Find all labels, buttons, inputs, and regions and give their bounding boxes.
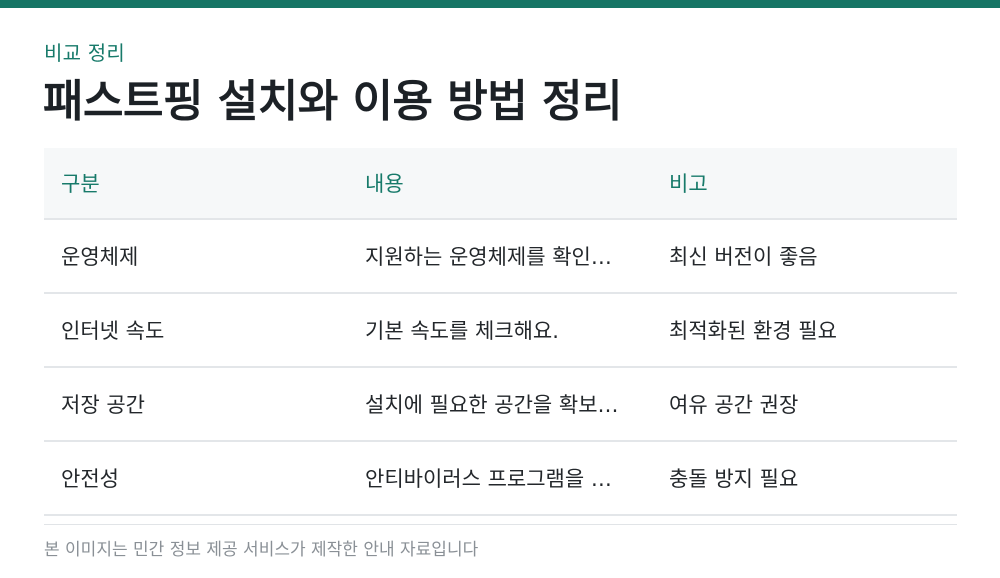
cell-content: 설치에 필요한 공간을 확보… bbox=[365, 393, 619, 417]
table-row: 인터넷 속도 기본 속도를 체크해요. 최적화된 환경 필요 bbox=[44, 293, 957, 367]
table-row: 운영체제 지원하는 운영체제를 확인… 최신 버전이 좋음 bbox=[44, 219, 957, 293]
cell-category: 인터넷 속도 bbox=[61, 319, 165, 343]
cell-content: 지원하는 운영체제를 확인… bbox=[365, 245, 612, 269]
footer-note: 본 이미지는 민간 정보 제공 서비스가 제작한 안내 자료입니다 bbox=[44, 540, 479, 560]
cell-note: 최적화된 환경 필요 bbox=[669, 319, 837, 343]
section-label: 비교 정리 bbox=[44, 41, 125, 65]
comparison-table: 구분 내용 비고 운영체제 지원하는 운영체제를 확인… 최신 버전이 좋음 인… bbox=[44, 148, 957, 516]
cell-note: 최신 버전이 좋음 bbox=[669, 245, 818, 269]
table-row: 안전성 안티바이러스 프로그램을 … 충돌 방지 필요 bbox=[44, 441, 957, 515]
cell-category: 운영체제 bbox=[61, 245, 139, 269]
table-header-row: 구분 내용 비고 bbox=[44, 148, 957, 219]
top-accent-bar bbox=[0, 0, 1000, 8]
cell-content: 안티바이러스 프로그램을 … bbox=[365, 467, 612, 491]
column-header-category: 구분 bbox=[61, 172, 100, 196]
cell-category: 안전성 bbox=[61, 467, 119, 491]
cell-category: 저장 공간 bbox=[61, 393, 145, 417]
column-header-content: 내용 bbox=[365, 172, 404, 196]
column-header-note: 비고 bbox=[669, 172, 708, 196]
page-title: 패스트핑 설치와 이용 방법 정리 bbox=[43, 76, 623, 127]
cell-note: 여유 공간 권장 bbox=[669, 393, 799, 417]
cell-note: 충돌 방지 필요 bbox=[669, 467, 799, 491]
cell-content: 기본 속도를 체크해요. bbox=[365, 319, 559, 343]
footer-divider bbox=[44, 524, 957, 525]
table-row: 저장 공간 설치에 필요한 공간을 확보… 여유 공간 권장 bbox=[44, 367, 957, 441]
